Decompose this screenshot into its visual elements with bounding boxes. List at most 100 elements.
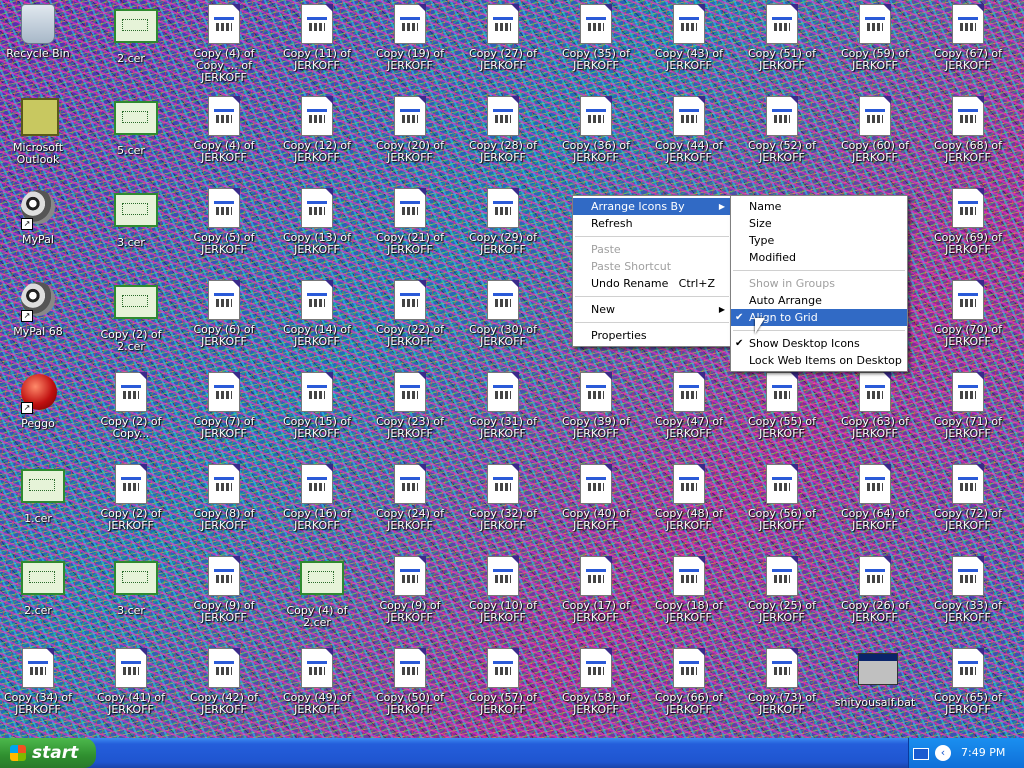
- desktop-icon[interactable]: Copy (51) of JERKOFF: [736, 4, 828, 90]
- keyboard-icon[interactable]: [913, 748, 929, 760]
- desktop-icon[interactable]: Copy (44) of JERKOFF: [643, 96, 735, 182]
- desktop-icon[interactable]: Copy (17) of JERKOFF: [550, 556, 642, 642]
- desktop-icon[interactable]: 1.cer: [0, 464, 84, 550]
- show-hidden-icons-icon[interactable]: ‹: [935, 745, 951, 761]
- desktop-icon[interactable]: Copy (40) of JERKOFF: [550, 464, 642, 550]
- desktop-icon[interactable]: Copy (65) of JERKOFF: [922, 648, 1014, 734]
- desktop-icon[interactable]: Copy (69) of JERKOFF: [922, 188, 1014, 274]
- desktop-icon[interactable]: Copy (31) of JERKOFF: [457, 372, 549, 458]
- desktop-icon[interactable]: Copy (50) of JERKOFF: [364, 648, 456, 734]
- desktop-icon[interactable]: ↗ Peggo: [0, 372, 84, 458]
- desktop-icon[interactable]: Copy (71) of JERKOFF: [922, 372, 1014, 458]
- desktop-icon[interactable]: Copy (5) of JERKOFF: [178, 188, 270, 274]
- desktop-icon[interactable]: Copy (47) of JERKOFF: [643, 372, 735, 458]
- desktop-icon[interactable]: Copy (48) of JERKOFF: [643, 464, 735, 550]
- desktop-icon[interactable]: Copy (12) of JERKOFF: [271, 96, 363, 182]
- desktop-icon[interactable]: Copy (36) of JERKOFF: [550, 96, 642, 182]
- desktop-icon[interactable]: 3.cer: [85, 556, 177, 642]
- menu-item-arrange-icons-by[interactable]: Arrange Icons By ▶: [573, 198, 731, 215]
- submenu-item-type[interactable]: Type: [731, 232, 907, 249]
- desktop-icon[interactable]: Copy (49) of JERKOFF: [271, 648, 363, 734]
- submenu-item-lock-web-items-on-desktop[interactable]: Lock Web Items on Desktop: [731, 352, 907, 369]
- desktop-icon[interactable]: Copy (16) of JERKOFF: [271, 464, 363, 550]
- desktop-icon[interactable]: Copy (4) of 2.cer: [271, 556, 363, 642]
- desktop-icon[interactable]: ↗ MyPal 68: [0, 280, 84, 366]
- desktop-icon[interactable]: Copy (42) of JERKOFF: [178, 648, 270, 734]
- desktop-icon[interactable]: Copy (64) of JERKOFF: [829, 464, 921, 550]
- desktop-icon[interactable]: Copy (8) of JERKOFF: [178, 464, 270, 550]
- desktop-icon[interactable]: Copy (2) of 2.cer: [85, 280, 177, 366]
- desktop-icon[interactable]: Copy (56) of JERKOFF: [736, 464, 828, 550]
- menu-item-undo-rename[interactable]: Undo Rename Ctrl+Z: [573, 275, 731, 292]
- desktop-icon[interactable]: Copy (72) of JERKOFF: [922, 464, 1014, 550]
- desktop-icon[interactable]: Copy (13) of JERKOFF: [271, 188, 363, 274]
- desktop-icon[interactable]: Copy (30) of JERKOFF: [457, 280, 549, 366]
- desktop-icon[interactable]: 2.cer: [0, 556, 84, 642]
- desktop-icon[interactable]: Copy (4) of JERKOFF: [178, 96, 270, 182]
- desktop-icon[interactable]: shityousalf.bat: [829, 648, 921, 734]
- menu-item-refresh[interactable]: Refresh: [573, 215, 731, 232]
- start-button[interactable]: start: [0, 738, 96, 768]
- desktop-icon[interactable]: Recycle Bin: [0, 4, 84, 90]
- desktop-icon[interactable]: Copy (33) of JERKOFF: [922, 556, 1014, 642]
- desktop-icon[interactable]: Copy (25) of JERKOFF: [736, 556, 828, 642]
- desktop-icon[interactable]: Copy (59) of JERKOFF: [829, 4, 921, 90]
- desktop-icon[interactable]: Copy (11) of JERKOFF: [271, 4, 363, 90]
- desktop-icon[interactable]: Copy (20) of JERKOFF: [364, 96, 456, 182]
- shortcut-arrow-icon: ↗: [21, 310, 33, 322]
- desktop-icon[interactable]: Copy (18) of JERKOFF: [643, 556, 735, 642]
- desktop-icon[interactable]: 5.cer: [85, 96, 177, 182]
- menu-item-label: Undo Rename: [591, 277, 669, 290]
- desktop-icon[interactable]: Copy (57) of JERKOFF: [457, 648, 549, 734]
- desktop-icon[interactable]: 3.cer: [85, 188, 177, 274]
- desktop-icon[interactable]: Copy (4) of Copy ... of JERKOFF: [178, 4, 270, 90]
- desktop-icon[interactable]: Copy (39) of JERKOFF: [550, 372, 642, 458]
- desktop-icon[interactable]: Copy (58) of JERKOFF: [550, 648, 642, 734]
- desktop-icon[interactable]: Copy (22) of JERKOFF: [364, 280, 456, 366]
- desktop-icon[interactable]: Copy (19) of JERKOFF: [364, 4, 456, 90]
- desktop-icon[interactable]: Copy (55) of JERKOFF: [736, 372, 828, 458]
- submenu-item-modified[interactable]: Modified: [731, 249, 907, 266]
- menu-item-properties[interactable]: Properties: [573, 327, 731, 344]
- desktop-icon[interactable]: Copy (28) of JERKOFF: [457, 96, 549, 182]
- desktop-icon[interactable]: Copy (43) of JERKOFF: [643, 4, 735, 90]
- desktop-icon[interactable]: 2.cer: [85, 4, 177, 90]
- desktop-icon[interactable]: Copy (26) of JERKOFF: [829, 556, 921, 642]
- desktop-icon[interactable]: Copy (68) of JERKOFF: [922, 96, 1014, 182]
- desktop-icon[interactable]: Copy (24) of JERKOFF: [364, 464, 456, 550]
- desktop-icon[interactable]: Copy (34) of JERKOFF: [0, 648, 84, 734]
- desktop-icon[interactable]: Copy (7) of JERKOFF: [178, 372, 270, 458]
- desktop-icon[interactable]: Copy (32) of JERKOFF: [457, 464, 549, 550]
- submenu-item-name[interactable]: Name: [731, 198, 907, 215]
- desktop-icon[interactable]: ↗ MyPal: [0, 188, 84, 274]
- desktop-icon[interactable]: Copy (2) of JERKOFF: [85, 464, 177, 550]
- desktop-icon[interactable]: Copy (29) of JERKOFF: [457, 188, 549, 274]
- desktop-icon[interactable]: Copy (35) of JERKOFF: [550, 4, 642, 90]
- desktop-icon[interactable]: Copy (73) of JERKOFF: [736, 648, 828, 734]
- desktop-icon[interactable]: Copy (10) of JERKOFF: [457, 556, 549, 642]
- submenu-item-show-desktop-icons[interactable]: ✔ Show Desktop Icons: [731, 335, 907, 352]
- submenu-item-size[interactable]: Size: [731, 215, 907, 232]
- desktop-icon[interactable]: Copy (70) of JERKOFF: [922, 280, 1014, 366]
- desktop-icon[interactable]: Copy (15) of JERKOFF: [271, 372, 363, 458]
- desktop-icon[interactable]: Copy (27) of JERKOFF: [457, 4, 549, 90]
- desktop-icon-image: [672, 648, 706, 688]
- desktop-icon[interactable]: Copy (21) of JERKOFF: [364, 188, 456, 274]
- clock[interactable]: 7:49 PM: [961, 738, 1005, 768]
- desktop-icon[interactable]: Copy (6) of JERKOFF: [178, 280, 270, 366]
- desktop-icon[interactable]: Copy (63) of JERKOFF: [829, 372, 921, 458]
- desktop-icon[interactable]: Copy (66) of JERKOFF: [643, 648, 735, 734]
- desktop-icon[interactable]: Copy (60) of JERKOFF: [829, 96, 921, 182]
- desktop-icon[interactable]: Copy (9) of JERKOFF: [364, 556, 456, 642]
- desktop-icon[interactable]: Copy (41) of JERKOFF: [85, 648, 177, 734]
- desktop-icon[interactable]: Copy (67) of JERKOFF: [922, 4, 1014, 90]
- desktop-icon[interactable]: Microsoft Outlook: [0, 96, 84, 182]
- desktop-icon[interactable]: Copy (9) of JERKOFF: [178, 556, 270, 642]
- menu-item-new[interactable]: New ▶: [573, 301, 731, 318]
- desktop-icon[interactable]: Copy (23) of JERKOFF: [364, 372, 456, 458]
- submenu-item-auto-arrange[interactable]: Auto Arrange: [731, 292, 907, 309]
- desktop-icon[interactable]: Copy (2) of Copy...: [85, 372, 177, 458]
- desktop-icon[interactable]: Copy (14) of JERKOFF: [271, 280, 363, 366]
- document-icon: [208, 648, 240, 688]
- desktop-icon[interactable]: Copy (52) of JERKOFF: [736, 96, 828, 182]
